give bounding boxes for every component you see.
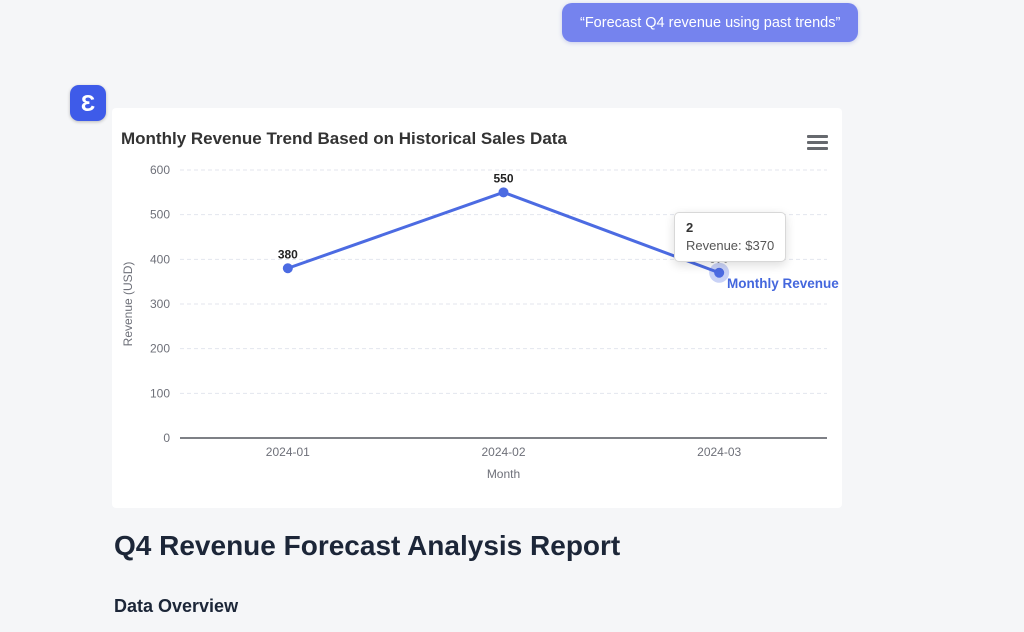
tooltip-category: 2 xyxy=(686,220,774,235)
tooltip-value: Revenue: $370 xyxy=(686,238,774,253)
series-line xyxy=(288,192,719,272)
prompt-chip[interactable]: “Forecast Q4 revenue using past trends” xyxy=(562,3,858,42)
chart-tooltip: 2 Revenue: $370 xyxy=(674,212,786,262)
y-tick-label: 400 xyxy=(150,252,170,266)
x-axis-name: Month xyxy=(487,467,520,481)
y-tick-label: 200 xyxy=(150,342,170,356)
y-tick-label: 300 xyxy=(150,297,170,311)
chart-card: Monthly Revenue Trend Based on Historica… xyxy=(112,108,842,508)
x-tick-label: 2024-02 xyxy=(481,445,525,459)
data-point[interactable] xyxy=(283,263,293,273)
point-value-label: 380 xyxy=(278,247,298,261)
data-point[interactable] xyxy=(714,268,724,278)
y-tick-label: 500 xyxy=(150,208,170,222)
x-tick-label: 2024-03 xyxy=(697,445,741,459)
page: “Forecast Q4 revenue using past trends” … xyxy=(0,0,1024,632)
data-point[interactable] xyxy=(499,187,509,197)
y-tick-label: 0 xyxy=(163,431,170,445)
y-tick-label: 100 xyxy=(150,386,170,400)
y-axis-name: Revenue (USD) xyxy=(121,262,135,347)
report-title: Q4 Revenue Forecast Analysis Report xyxy=(114,530,620,562)
point-value-label: 550 xyxy=(493,171,513,185)
x-tick-label: 2024-01 xyxy=(266,445,310,459)
echarts-logo-glyph: Ɛ xyxy=(81,90,95,117)
series-end-label: Monthly Revenue xyxy=(727,276,839,291)
revenue-line-chart[interactable]: 0 100 200 300 400 500 600 2024-01 2024-02 2024-03… xyxy=(112,108,842,508)
section-heading-data-overview: Data Overview xyxy=(114,596,238,617)
app-logo-icon[interactable]: Ɛ xyxy=(70,85,106,121)
y-tick-label: 600 xyxy=(150,163,170,177)
